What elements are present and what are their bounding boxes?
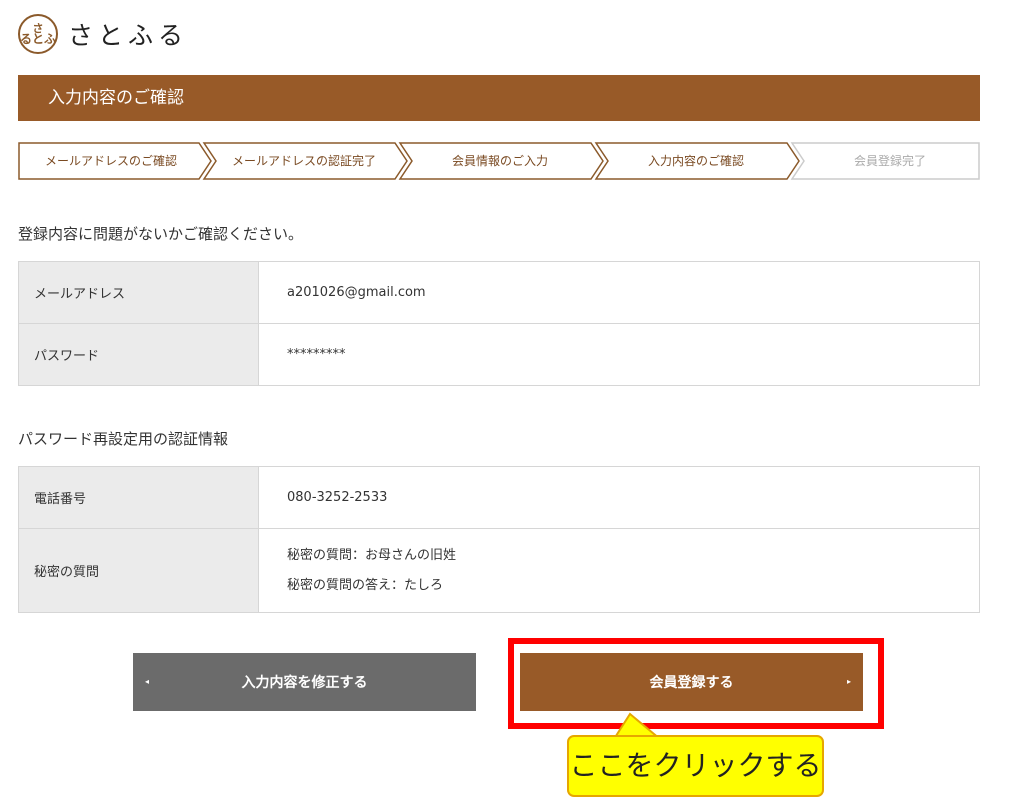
table-row: メールアドレス a201026@gmail.com: [18, 261, 980, 324]
account-info-table: メールアドレス a201026@gmail.com パスワード ********…: [18, 261, 980, 386]
email-label: メールアドレス: [18, 261, 259, 324]
table-row: パスワード *********: [18, 323, 980, 386]
step-1-email-confirm: メールアドレスのご確認: [44, 154, 177, 168]
highlight-box: [508, 638, 884, 729]
secret-answer-value: 秘密の質問の答え：たしろ: [287, 577, 444, 593]
secret-question-cell: 秘密の質問：お母さんの旧姓 秘密の質問の答え：たしろ: [258, 528, 980, 613]
page-title: 入力内容のご確認: [18, 75, 980, 121]
secret-question-label: 秘密の質問: [18, 528, 259, 613]
logo-mark-bottom: るとふ: [20, 32, 57, 46]
phone-value: 080-3252-2533: [258, 466, 980, 529]
table-row: 電話番号 080-3252-2533: [18, 466, 980, 529]
intro-text: 登録内容に問題がないかご確認ください。: [18, 225, 304, 243]
step-progress: メールアドレスのご確認 メールアドレスの認証完了 会員情報のご入力 入力内容のご…: [18, 142, 980, 180]
left-arrow-icon: ◂: [145, 677, 150, 686]
step-5-complete: 会員登録完了: [853, 154, 926, 168]
site-logo[interactable]: さ るとふ さとふる: [18, 14, 188, 54]
secret-question-value: 秘密の質問：お母さんの旧姓: [287, 547, 457, 563]
logo-mark-icon: さ るとふ: [18, 14, 58, 54]
password-label: パスワード: [18, 323, 259, 386]
edit-input-button-label: 入力内容を修正する: [241, 675, 368, 691]
email-value: a201026@gmail.com: [258, 261, 980, 324]
recovery-info-table: 電話番号 080-3252-2533 秘密の質問 秘密の質問：お母さんの旧姓 秘…: [18, 466, 980, 613]
recovery-heading: パスワード再設定用の認証情報: [18, 430, 229, 448]
edit-input-button[interactable]: ◂ 入力内容を修正する: [133, 653, 476, 711]
table-row: 秘密の質問 秘密の質問：お母さんの旧姓 秘密の質問の答え：たしろ: [18, 528, 980, 613]
step-4-review: 入力内容のご確認: [647, 154, 744, 168]
step-3-member-info: 会員情報のご入力: [451, 154, 548, 168]
phone-label: 電話番号: [18, 466, 259, 529]
logo-text: さとふる: [68, 21, 189, 50]
password-value: *********: [258, 323, 980, 386]
click-here-callout: ここをクリックする: [567, 735, 824, 797]
step-2-email-verified: メールアドレスの認証完了: [231, 154, 376, 168]
